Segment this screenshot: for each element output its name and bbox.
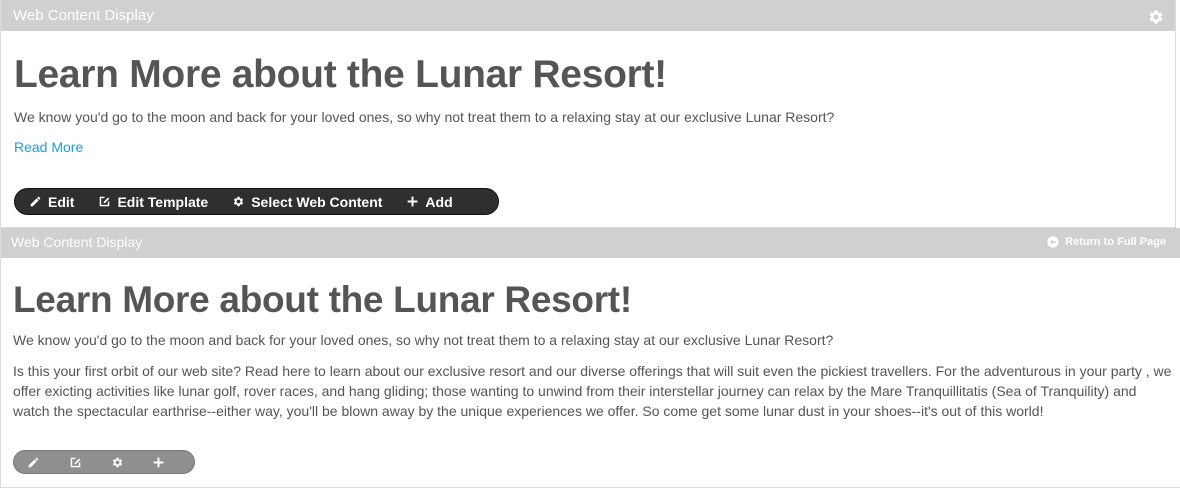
edit-template-label: Edit Template bbox=[117, 193, 209, 210]
edit-template-icon bbox=[100, 196, 110, 207]
content-toolbar: Edit Edit Template Select Web Content Ad… bbox=[14, 188, 499, 215]
return-link-label: Return to Full Page bbox=[1065, 236, 1166, 248]
article-heading: Learn More about the Lunar Resort! bbox=[14, 53, 667, 96]
web-content-display-portlet-maximized: Web Content Display Return to Full Page … bbox=[0, 228, 1180, 488]
web-content-display-portlet: Web Content Display Learn More about the… bbox=[0, 0, 1176, 228]
edit-template-button[interactable]: Edit Template bbox=[98, 194, 208, 210]
edit-template-button[interactable] bbox=[69, 451, 111, 473]
portlet-titlebar: Web Content Display Return to Full Page bbox=[1, 228, 1180, 258]
arrow-left-circle-icon bbox=[1047, 236, 1059, 248]
article-body: Is this your first orbit of our web site… bbox=[13, 363, 1172, 419]
add-button[interactable]: Add bbox=[406, 193, 453, 210]
article-heading: Learn More about the Lunar Resort! bbox=[13, 279, 632, 320]
read-more-link[interactable]: Read More bbox=[14, 139, 83, 155]
gear-icon[interactable] bbox=[1147, 6, 1165, 24]
gear-icon bbox=[234, 196, 244, 207]
pencil-icon bbox=[28, 457, 39, 467]
pencil-icon bbox=[30, 196, 41, 207]
add-label: Add bbox=[425, 193, 453, 210]
plus-icon bbox=[153, 457, 164, 467]
article-lead: We know you'd go to the moon and back fo… bbox=[14, 109, 835, 125]
article-lead: We know you'd go to the moon and back fo… bbox=[13, 332, 834, 348]
select-web-content-label: Select Web Content bbox=[251, 193, 383, 210]
plus-icon bbox=[408, 196, 418, 207]
edit-template-icon bbox=[70, 457, 81, 467]
select-web-content-button[interactable]: Select Web Content bbox=[232, 194, 382, 210]
edit-label: Edit bbox=[48, 193, 75, 210]
select-web-content-button[interactable] bbox=[111, 451, 153, 473]
portlet-title: Web Content Display bbox=[11, 234, 143, 250]
gear-icon bbox=[112, 457, 122, 467]
content-toolbar-collapsed bbox=[13, 450, 195, 474]
portlet-titlebar: Web Content Display bbox=[1, 0, 1175, 31]
return-to-full-page-link[interactable]: Return to Full Page bbox=[1047, 228, 1166, 256]
edit-button[interactable] bbox=[27, 451, 69, 473]
portlet-title: Web Content Display bbox=[13, 7, 154, 24]
edit-button[interactable]: Edit bbox=[29, 194, 74, 210]
add-button[interactable] bbox=[152, 451, 194, 473]
